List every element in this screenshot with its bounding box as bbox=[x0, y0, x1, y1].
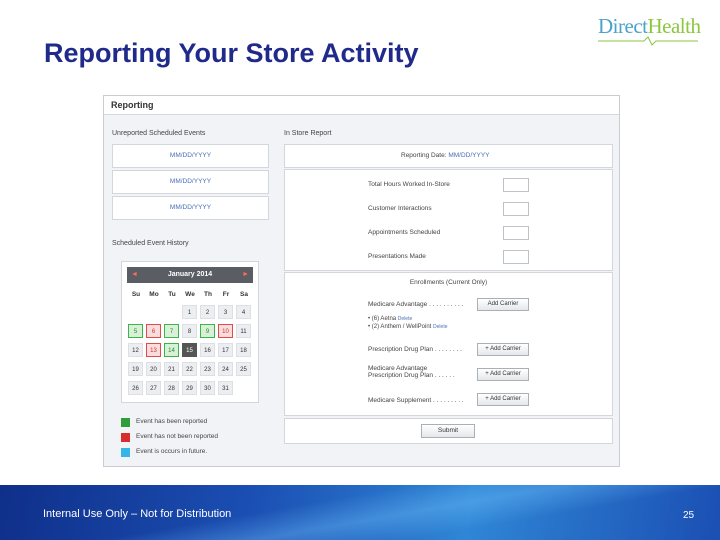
app-header-title: Reporting bbox=[111, 100, 154, 110]
carrier-aetna-delete[interactable]: Delete bbox=[398, 316, 412, 322]
calendar-day[interactable]: 23 bbox=[200, 362, 215, 376]
calendar-day[interactable]: 28 bbox=[164, 381, 179, 395]
add-carrier-button-pdp[interactable]: + Add Carrier bbox=[477, 343, 529, 356]
carrier-anthem-label: • (2) Anthem / WellPoint bbox=[368, 324, 432, 330]
in-store-report-label: In Store Report bbox=[284, 130, 332, 137]
calendar-day[interactable]: 9 bbox=[200, 324, 215, 338]
legend-not-reported-swatch bbox=[121, 433, 130, 442]
calendar-day[interactable]: 27 bbox=[146, 381, 161, 395]
calendar-day[interactable]: 10 bbox=[218, 324, 233, 338]
calendar-day[interactable]: 15 bbox=[182, 343, 197, 357]
logo-health-text: Health bbox=[647, 14, 701, 38]
footer-band: Internal Use Only – Not for Distribution… bbox=[0, 485, 720, 540]
calendar-day[interactable]: 8 bbox=[182, 324, 197, 338]
submit-panel: Submit bbox=[284, 418, 613, 444]
calendar-day[interactable]: 14 bbox=[164, 343, 179, 357]
reporting-date[interactable]: Reporting Date: MM/DD/YYYY bbox=[401, 152, 490, 159]
reporting-date-panel: Reporting Date: MM/DD/YYYY bbox=[284, 144, 613, 168]
legend-not-reported-text: Event has not been reported bbox=[136, 433, 219, 440]
calendar-day[interactable]: 16 bbox=[200, 343, 215, 357]
weekday-th: Th bbox=[204, 291, 212, 298]
calendar-day[interactable]: 3 bbox=[218, 305, 233, 319]
enrollments-panel: Enrollments (Current Only) Medicare Adva… bbox=[284, 272, 613, 416]
calendar-day[interactable]: 22 bbox=[182, 362, 197, 376]
unreported-event-2[interactable]: MM/DD/YYYY bbox=[112, 170, 269, 194]
calendar-day[interactable]: 1 bbox=[182, 305, 197, 319]
calendar-day[interactable]: 12 bbox=[128, 343, 143, 357]
weekday-mo: Mo bbox=[149, 291, 159, 298]
weekday-tu: Tu bbox=[168, 291, 176, 298]
calendar-day[interactable]: 17 bbox=[218, 343, 233, 357]
legend-future-swatch bbox=[121, 448, 130, 457]
logo-direct-text: Direct bbox=[598, 14, 648, 38]
metric-appointments-label: Appointments Scheduled bbox=[368, 229, 441, 236]
calendar-day[interactable]: 11 bbox=[236, 324, 251, 338]
plan-prescription-drug: Prescription Drug Plan . . . . . . . . bbox=[368, 346, 462, 353]
calendar-day[interactable]: 13 bbox=[146, 343, 161, 357]
unreported-event-1[interactable]: MM/DD/YYYY bbox=[112, 144, 269, 168]
calendar-day[interactable]: 19 bbox=[128, 362, 143, 376]
heartbeat-icon bbox=[598, 36, 698, 46]
weekday-we: We bbox=[185, 291, 195, 298]
unreported-events-label: Unreported Scheduled Events bbox=[112, 130, 206, 137]
add-carrier-button-ma[interactable]: Add Carrier bbox=[477, 298, 529, 311]
reporting-date-value: MM/DD/YYYY bbox=[448, 152, 490, 159]
carrier-anthem: • (2) Anthem / WellPoint Delete bbox=[368, 324, 447, 330]
footer-text: Internal Use Only – Not for Distribution bbox=[43, 508, 232, 520]
calendar-day[interactable]: 21 bbox=[164, 362, 179, 376]
weekday-su: Su bbox=[131, 291, 141, 298]
calendar-day[interactable]: 25 bbox=[236, 362, 251, 376]
weekday-sa: Sa bbox=[240, 291, 248, 298]
direct-health-logo: DirectHealth bbox=[598, 14, 701, 46]
calendar-next-icon[interactable]: ► bbox=[242, 267, 249, 283]
calendar-day[interactable]: 26 bbox=[128, 381, 143, 395]
unreported-event-3[interactable]: MM/DD/YYYY bbox=[112, 196, 269, 220]
reporting-date-label: Reporting Date: bbox=[401, 152, 447, 159]
carrier-aetna: • (6) Aetna Delete bbox=[368, 316, 412, 322]
metrics-panel: Total Hours Worked In-Store Customer Int… bbox=[284, 169, 613, 271]
metric-presentations-label: Presentations Made bbox=[368, 253, 426, 260]
add-carrier-button-ms[interactable]: + Add Carrier bbox=[477, 393, 529, 406]
submit-button[interactable]: Submit bbox=[421, 424, 475, 438]
calendar-day[interactable]: 6 bbox=[146, 324, 161, 338]
legend-reported-text: Event has been reported bbox=[136, 418, 208, 425]
calendar-day[interactable]: 7 bbox=[164, 324, 179, 338]
legend-future-text: Event is occurs in future. bbox=[136, 448, 208, 455]
event-calendar: ◄ January 2014 ► Su Mo Tu We Th Fr Sa 1 2 3 4 5 6 7 8 9… bbox=[121, 261, 259, 403]
app-screenshot: Reporting Unreported Scheduled Events In… bbox=[103, 95, 620, 467]
slide-title: Reporting Your Store Activity bbox=[44, 38, 419, 68]
enrollments-title: Enrollments (Current Only) bbox=[409, 279, 488, 286]
metric-hours-label: Total Hours Worked In-Store bbox=[368, 181, 450, 188]
plan-medicare-advantage: Medicare Advantage . . . . . . . . . . bbox=[368, 301, 464, 308]
metric-hours-input[interactable] bbox=[503, 178, 529, 192]
calendar-prev-icon[interactable]: ◄ bbox=[131, 267, 138, 283]
legend-reported-swatch bbox=[121, 418, 130, 427]
metric-interactions-label: Customer Interactions bbox=[368, 205, 432, 212]
app-header: Reporting bbox=[104, 96, 619, 115]
plan-medicare-supplement: Medicare Supplement . . . . . . . . . bbox=[368, 397, 464, 404]
calendar-month: January 2014 bbox=[167, 271, 213, 278]
carrier-anthem-delete[interactable]: Delete bbox=[433, 324, 447, 330]
calendar-day[interactable]: 24 bbox=[218, 362, 233, 376]
metric-appointments-input[interactable] bbox=[503, 226, 529, 240]
plan-ma-pdp: Medicare Advantage Prescription Drug Pla… bbox=[368, 365, 455, 379]
calendar-day[interactable]: 18 bbox=[236, 343, 251, 357]
metric-interactions-input[interactable] bbox=[503, 202, 529, 216]
event-history-label: Scheduled Event History bbox=[112, 240, 189, 247]
metric-presentations-input[interactable] bbox=[503, 250, 529, 264]
calendar-day[interactable]: 30 bbox=[200, 381, 215, 395]
weekday-fr: Fr bbox=[222, 291, 230, 298]
calendar-day[interactable]: 4 bbox=[236, 305, 251, 319]
calendar-day[interactable]: 29 bbox=[182, 381, 197, 395]
calendar-day[interactable]: 20 bbox=[146, 362, 161, 376]
add-carrier-button-mapdp[interactable]: + Add Carrier bbox=[477, 368, 529, 381]
carrier-aetna-label: • (6) Aetna bbox=[368, 316, 397, 322]
calendar-day[interactable]: 2 bbox=[200, 305, 215, 319]
calendar-day[interactable]: 31 bbox=[218, 381, 233, 395]
page-number: 25 bbox=[683, 510, 695, 521]
calendar-day[interactable]: 5 bbox=[128, 324, 143, 338]
calendar-header: ◄ January 2014 ► bbox=[127, 267, 253, 283]
